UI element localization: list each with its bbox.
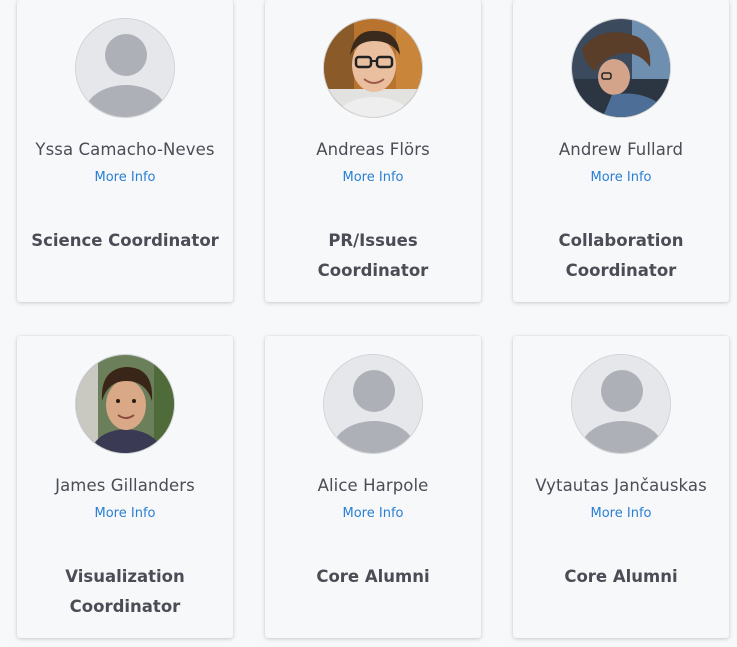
person-photo	[571, 18, 671, 118]
person-role: Core Alumni	[316, 567, 430, 586]
person-name: Yssa Camacho-Neves	[35, 140, 215, 159]
person-role: Science Coordinator	[31, 231, 219, 250]
more-info-link[interactable]: More Info	[17, 170, 233, 185]
more-info-link[interactable]: More Info	[17, 506, 233, 521]
person-name: Andreas Flörs	[316, 140, 430, 159]
person-card: Andreas Flörs More Info PR/Issues Coordi…	[265, 0, 481, 302]
person-card: Alice Harpole More Info Core Alumni	[265, 336, 481, 638]
person-card: Andrew Fullard More Info Collaboration C…	[513, 0, 729, 302]
person-role: Collaboration Coordinator	[558, 231, 684, 280]
default-avatar-icon	[75, 18, 175, 118]
more-info-link[interactable]: More Info	[513, 170, 729, 185]
person-name: Andrew Fullard	[558, 140, 684, 159]
more-info-link[interactable]: More Info	[513, 506, 729, 521]
person-name: Vytautas Jančauskas	[535, 476, 707, 495]
person-role: Visualization Coordinator	[65, 567, 185, 616]
person-card: Vytautas Jančauskas More Info Core Alumn…	[513, 336, 729, 638]
person-card: Yssa Camacho-Neves More Info Science Coo…	[17, 0, 233, 302]
default-avatar-icon	[571, 354, 671, 454]
default-avatar-icon	[323, 354, 423, 454]
person-role: Core Alumni	[564, 567, 678, 586]
person-card: James Gillanders More Info Visualization…	[17, 336, 233, 638]
person-photo	[323, 18, 423, 118]
person-photo	[75, 354, 175, 454]
more-info-link[interactable]: More Info	[265, 170, 481, 185]
person-name: Alice Harpole	[317, 476, 429, 495]
person-role: PR/Issues Coordinator	[317, 231, 429, 280]
person-name: James Gillanders	[55, 476, 195, 495]
more-info-link[interactable]: More Info	[265, 506, 481, 521]
